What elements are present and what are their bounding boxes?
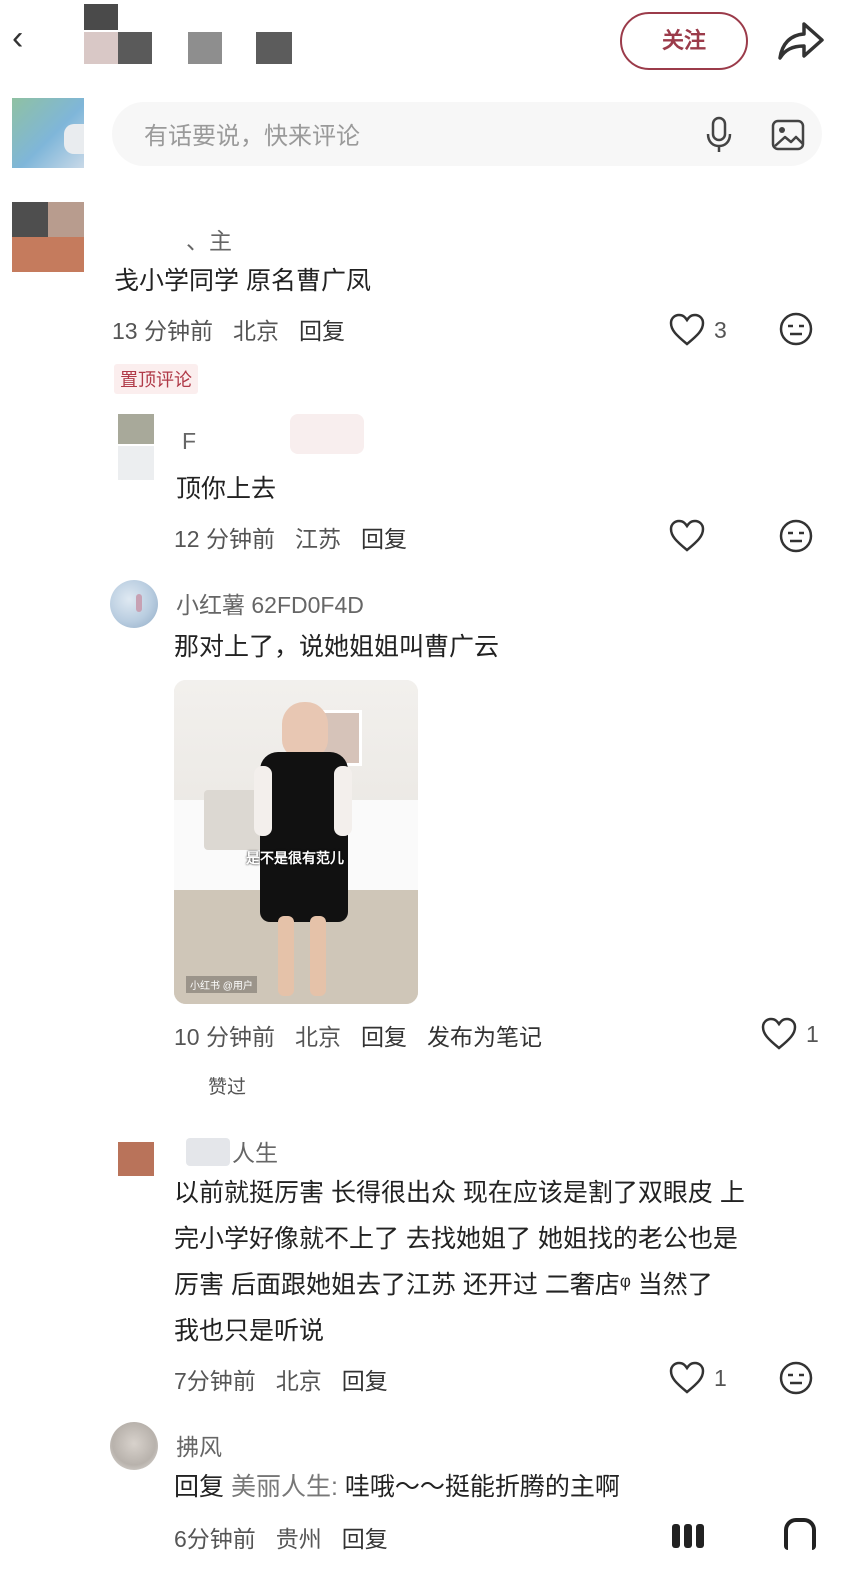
comment-time: 12 分钟前 bbox=[174, 526, 275, 552]
mic-icon[interactable] bbox=[704, 116, 734, 154]
publish-as-note-button[interactable]: 发布为笔记 bbox=[427, 1024, 542, 1050]
comment-time: 10 分钟前 bbox=[174, 1024, 275, 1050]
like-button[interactable] bbox=[668, 518, 706, 554]
reply-button[interactable]: 回复 bbox=[361, 1024, 407, 1050]
comment-text: 那对上了，说她姐姐叫曹广云 bbox=[174, 633, 500, 661]
comment-meta: 7分钟前 北京 回复 bbox=[174, 1362, 408, 1396]
top-bar: ‹ 关注 bbox=[0, 0, 850, 90]
avatar bbox=[12, 98, 84, 168]
like-button[interactable]: 1 bbox=[760, 1016, 819, 1052]
reply-button[interactable]: 回复 bbox=[361, 526, 407, 552]
avatar[interactable] bbox=[110, 580, 158, 628]
like-button[interactable]: 3 bbox=[668, 312, 727, 348]
comment-username[interactable]: 人生 bbox=[232, 1134, 278, 1168]
comment-input[interactable]: 有话要说，快来评论 bbox=[112, 102, 822, 166]
emoji-icon[interactable] bbox=[778, 1360, 814, 1396]
comment-time: 6分钟前 bbox=[174, 1526, 256, 1552]
comment-location: 贵州 bbox=[275, 1526, 322, 1552]
photo-watermark: 小红书 @用户 bbox=[186, 976, 257, 993]
comment-text-line: 我也只是听说 bbox=[174, 1317, 325, 1345]
comment-meta: 13 分钟前 北京 回复 bbox=[112, 312, 365, 346]
reply-prefix: 回复 bbox=[174, 1473, 225, 1501]
comment-username[interactable]: F bbox=[182, 428, 196, 455]
follow-button[interactable]: 关注 bbox=[620, 12, 748, 70]
comment-composer: 有话要说，快来评论 bbox=[0, 96, 850, 180]
author-mosaic bbox=[84, 4, 294, 64]
back-icon[interactable]: ‹ bbox=[12, 18, 42, 58]
comment-time: 7分钟前 bbox=[174, 1368, 256, 1394]
pinned-badge: 置顶评论 bbox=[114, 364, 198, 394]
comment-text: 回复 美丽人生: 哇哦～～挺能折腾的主啊 bbox=[174, 1464, 620, 1510]
like-count: 3 bbox=[714, 317, 727, 343]
toolbar-icon-partial[interactable] bbox=[668, 1520, 708, 1550]
comment-location: 北京 bbox=[275, 1368, 322, 1394]
comment-meta: 6分钟前 贵州 回复 bbox=[174, 1520, 408, 1554]
comment-meta: 10 分钟前 北京 回复 发布为笔记 bbox=[174, 1018, 562, 1052]
comment-text-body: 哇哦～～挺能折腾的主啊 bbox=[337, 1473, 620, 1501]
heart-icon bbox=[669, 313, 705, 346]
comment-photo[interactable]: 是不是很有范儿 小红书 @用户 bbox=[174, 680, 418, 1004]
comment-text-line: 以前就挺厉害 长得很出众 现在应该是割了双眼皮 上 bbox=[174, 1179, 745, 1207]
avatar[interactable] bbox=[118, 1142, 154, 1176]
comment-text: 顶你上去 bbox=[176, 475, 277, 503]
censor-blur bbox=[290, 414, 364, 454]
reply-button[interactable]: 回复 bbox=[299, 318, 345, 344]
comment-meta: 12 分钟前 江苏 回复 bbox=[174, 520, 427, 554]
toolbar-icon-partial[interactable] bbox=[784, 1518, 816, 1550]
comment-username[interactable]: 、主 bbox=[186, 222, 232, 256]
comment-location: 北京 bbox=[294, 1024, 341, 1050]
comment-username[interactable]: 小红薯 62FD0F4D bbox=[176, 586, 364, 620]
image-icon[interactable] bbox=[770, 118, 806, 152]
heart-icon bbox=[669, 519, 705, 552]
avatar[interactable] bbox=[110, 1422, 158, 1470]
avatar[interactable] bbox=[12, 202, 84, 272]
liked-by-author: 赞过 bbox=[208, 1077, 247, 1098]
comment-time: 13 分钟前 bbox=[112, 318, 213, 344]
reply-button[interactable]: 回复 bbox=[342, 1368, 388, 1394]
heart-icon bbox=[669, 1361, 705, 1394]
reply-button[interactable]: 回复 bbox=[342, 1526, 388, 1552]
reply-to-username[interactable]: 美丽人生: bbox=[231, 1473, 338, 1501]
photo-caption: 是不是很有范儿 bbox=[246, 850, 344, 866]
comment-placeholder: 有话要说，快来评论 bbox=[144, 123, 360, 150]
like-count: 1 bbox=[806, 1021, 819, 1047]
comment-location: 北京 bbox=[232, 318, 279, 344]
share-icon[interactable] bbox=[776, 18, 826, 64]
emoji-icon[interactable] bbox=[778, 518, 814, 554]
emoji-icon[interactable] bbox=[778, 311, 814, 347]
comment-text-line: 完小学好像就不上了 去找她姐了 她姐找的老公也是 bbox=[174, 1225, 738, 1253]
like-button[interactable]: 1 bbox=[668, 1360, 727, 1396]
comment-location: 江苏 bbox=[294, 526, 341, 552]
like-count: 1 bbox=[714, 1365, 727, 1391]
heart-icon bbox=[761, 1017, 797, 1050]
comment-text: 戋小学同学 原名曹广凤 bbox=[114, 267, 371, 295]
comment-text-line: 厉害 后面跟她姐去了江苏 还开过 二奢店ᵠ 当然了 bbox=[174, 1271, 713, 1299]
avatar[interactable] bbox=[118, 414, 154, 480]
censor-blur bbox=[186, 1138, 230, 1166]
comment-username[interactable]: 拂风 bbox=[176, 1428, 222, 1462]
